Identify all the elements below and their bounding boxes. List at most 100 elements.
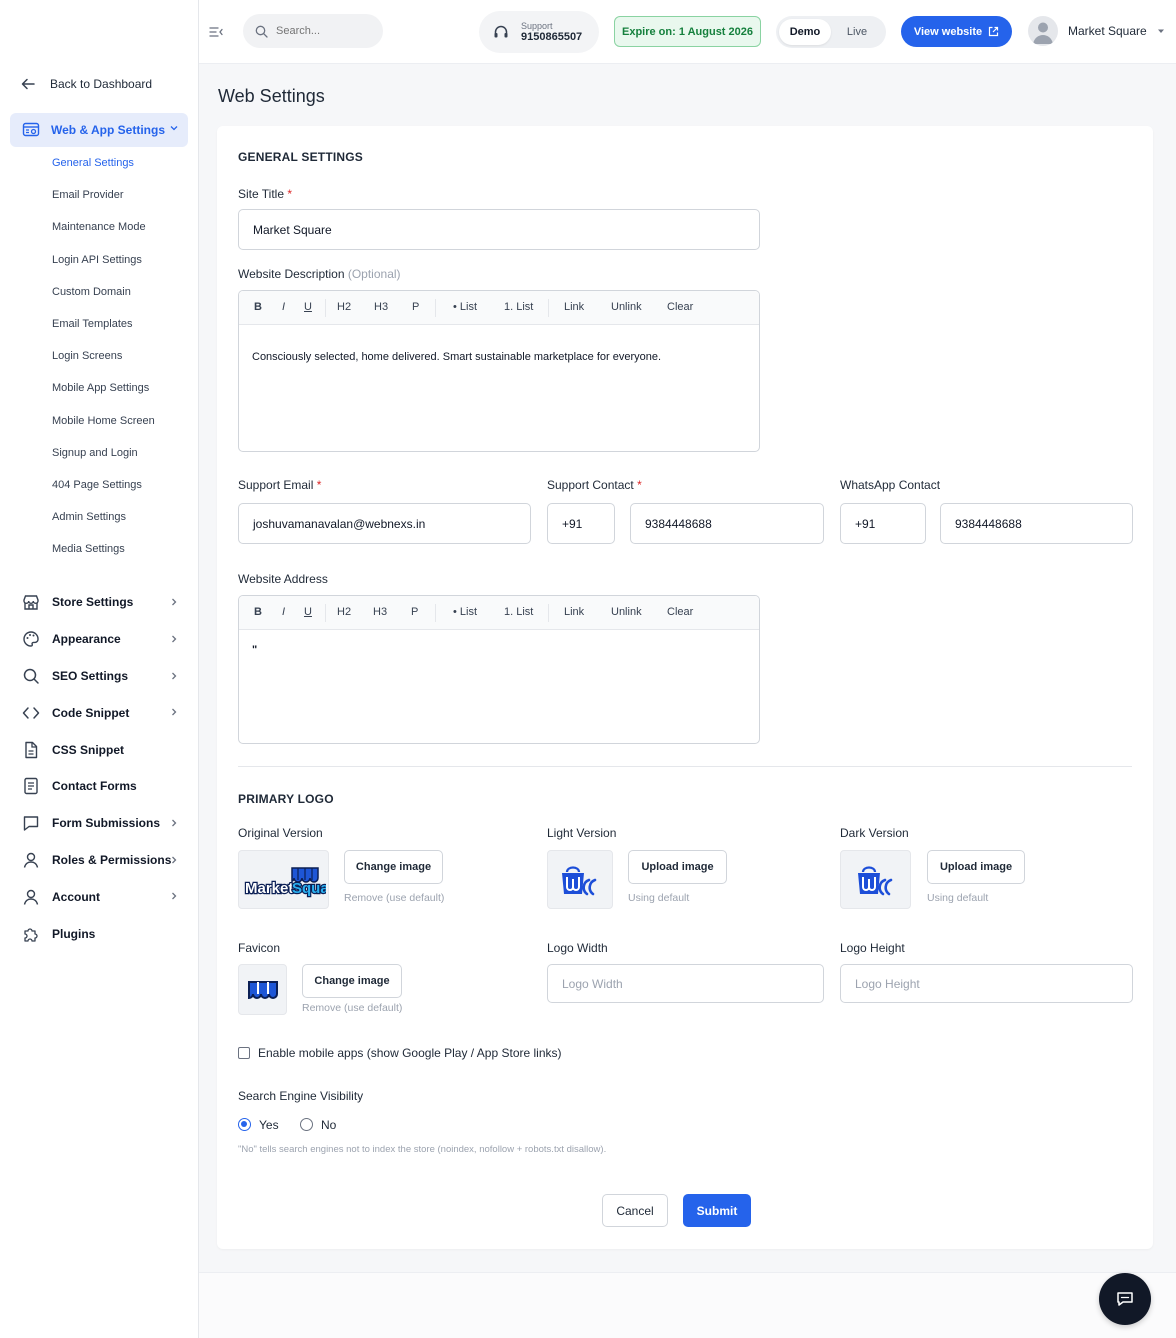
support-phone-input[interactable]: 9384448688: [630, 503, 824, 544]
original-remove-link[interactable]: Remove (use default): [344, 892, 444, 904]
toolbar-divider: [548, 604, 549, 622]
logo-width-input[interactable]: Logo Width: [547, 964, 824, 1003]
unlink-button[interactable]: Unlink: [611, 606, 642, 618]
required-marker: *: [637, 478, 642, 492]
bullet-list-button[interactable]: • List: [453, 606, 477, 618]
sidebar-subitem[interactable]: Login Screens: [52, 348, 155, 380]
dark-version-label: Dark Version: [840, 826, 909, 840]
favicon-change-image-button[interactable]: Change image: [302, 964, 402, 998]
description-content[interactable]: Consciously selected, home delivered. Sm…: [239, 325, 759, 389]
cancel-button[interactable]: Cancel: [602, 1194, 668, 1227]
italic-button[interactable]: I: [282, 301, 285, 313]
italic-button[interactable]: I: [282, 606, 285, 618]
ordered-list-button[interactable]: 1. List: [504, 301, 533, 313]
sidebar-subitem[interactable]: Signup and Login: [52, 445, 155, 477]
support-country-code-input[interactable]: +91: [547, 503, 615, 544]
sidebar-item-roles-permissions[interactable]: Roles & Permissions: [22, 842, 182, 879]
sidebar-subitem[interactable]: Email Templates: [52, 316, 155, 348]
sidebar-subitem[interactable]: 404 Page Settings: [52, 477, 155, 509]
search-input[interactable]: [276, 25, 366, 37]
back-to-dashboard-link[interactable]: Back to Dashboard: [20, 76, 152, 92]
sidebar-subitem[interactable]: General Settings: [52, 155, 155, 187]
underline-button[interactable]: U: [304, 606, 312, 618]
favicon-remove-link[interactable]: Remove (use default): [302, 1002, 402, 1014]
dark-logo-preview: [840, 850, 911, 909]
mobile-apps-label[interactable]: Enable mobile apps (show Google Play / A…: [258, 1046, 562, 1060]
bold-button[interactable]: B: [254, 301, 262, 313]
sidebar-item-contact-forms[interactable]: Contact Forms: [22, 768, 182, 805]
main-navigation: Store Settings Appearance SEO Settings Code…: [22, 584, 182, 952]
search-box[interactable]: [243, 14, 383, 48]
visibility-no-radio[interactable]: [300, 1118, 313, 1131]
bold-button[interactable]: B: [254, 606, 262, 618]
sidebar-subitem[interactable]: Maintenance Mode: [52, 219, 155, 251]
support-email-input[interactable]: joshuvamanavalan@webnexs.in: [238, 503, 531, 544]
site-title-input[interactable]: Market Square: [238, 209, 760, 250]
view-website-button[interactable]: View website: [901, 16, 1012, 47]
settings-card: GENERAL SETTINGS Site Title * Market Squ…: [217, 126, 1153, 1249]
address-editor: B I U H2 H3 P • List 1. List Link Unlink…: [238, 595, 760, 744]
sidebar-subitem[interactable]: Custom Domain: [52, 284, 155, 316]
sidebar-item-form-submissions[interactable]: Form Submissions: [22, 805, 182, 842]
user-menu[interactable]: Market Square: [1028, 16, 1165, 46]
sidebar-item-css-snippet[interactable]: CSS Snippet: [22, 731, 182, 768]
unlink-button[interactable]: Unlink: [611, 301, 642, 313]
sidebar-item-web-app-settings[interactable]: Web & App Settings: [10, 113, 188, 147]
whatsapp-country-code-input[interactable]: +91: [840, 503, 926, 544]
sidebar-subitem[interactable]: Mobile Home Screen: [52, 413, 155, 445]
light-upload-image-button[interactable]: Upload image: [628, 850, 727, 884]
dark-upload-image-button[interactable]: Upload image: [927, 850, 1025, 884]
sidebar-item-appearance[interactable]: Appearance: [22, 621, 182, 658]
clear-button[interactable]: Clear: [667, 301, 693, 313]
h2-button[interactable]: H2: [337, 301, 351, 313]
clear-button[interactable]: Clear: [667, 606, 693, 618]
user-icon: [23, 852, 39, 868]
visibility-no-label[interactable]: No: [321, 1118, 336, 1132]
sidebar-subitem[interactable]: Login API Settings: [52, 252, 155, 284]
mode-live-option[interactable]: Live: [831, 19, 883, 45]
svg-text:Market: Market: [245, 880, 293, 897]
light-version-label: Light Version: [547, 826, 617, 840]
chevron-right-icon: [172, 856, 177, 864]
link-button[interactable]: Link: [564, 301, 584, 313]
h3-button[interactable]: H3: [373, 606, 387, 618]
website-address-label: Website Address: [238, 572, 328, 586]
underline-button[interactable]: U: [304, 301, 312, 313]
address-content[interactable]: ": [239, 630, 759, 682]
whatsapp-phone-input[interactable]: 9384448688: [940, 503, 1133, 544]
logo-height-input[interactable]: Logo Height: [840, 964, 1133, 1003]
sidebar-subitem[interactable]: Admin Settings: [52, 509, 155, 541]
mode-demo-option[interactable]: Demo: [779, 19, 831, 45]
sidebar-subitem[interactable]: Mobile App Settings: [52, 380, 155, 412]
expiry-badge: Expire on: 1 August 2026: [614, 16, 761, 47]
link-button[interactable]: Link: [564, 606, 584, 618]
primary-logo-heading: PRIMARY LOGO: [238, 792, 334, 806]
svg-text:Square: Square: [292, 880, 326, 897]
sidebar-subitem[interactable]: Email Provider: [52, 187, 155, 219]
user-avatar-icon: [1033, 22, 1053, 44]
sidebar-item-seo-settings[interactable]: SEO Settings: [22, 658, 182, 695]
menu-collapse-icon[interactable]: [209, 25, 223, 39]
sidebar-item-label: Appearance: [52, 632, 121, 647]
bullet-list-button[interactable]: • List: [453, 301, 477, 313]
visibility-yes-label[interactable]: Yes: [259, 1118, 279, 1132]
sidebar-item-plugins[interactable]: Plugins: [22, 915, 182, 952]
h2-button[interactable]: H2: [337, 606, 351, 618]
visibility-yes-radio[interactable]: [238, 1118, 251, 1131]
sidebar-subitem[interactable]: Media Settings: [52, 541, 155, 573]
ordered-list-button[interactable]: 1. List: [504, 606, 533, 618]
support-contact[interactable]: Support 9150865507: [479, 11, 599, 53]
sidebar-item-code-snippet[interactable]: Code Snippet: [22, 694, 182, 731]
original-change-image-button[interactable]: Change image: [344, 850, 443, 884]
search-icon: [23, 668, 39, 684]
support-contact-label: Support Contact *: [547, 478, 642, 492]
paragraph-button[interactable]: P: [412, 301, 419, 313]
paragraph-button[interactable]: P: [411, 606, 418, 618]
submit-button[interactable]: Submit: [683, 1194, 751, 1227]
mobile-apps-checkbox[interactable]: [238, 1047, 250, 1059]
toolbar-divider: [325, 604, 326, 622]
sidebar-item-account[interactable]: Account: [22, 878, 182, 915]
sidebar-item-store-settings[interactable]: Store Settings: [22, 584, 182, 621]
chat-launcher-button[interactable]: [1099, 1273, 1151, 1325]
h3-button[interactable]: H3: [374, 301, 388, 313]
